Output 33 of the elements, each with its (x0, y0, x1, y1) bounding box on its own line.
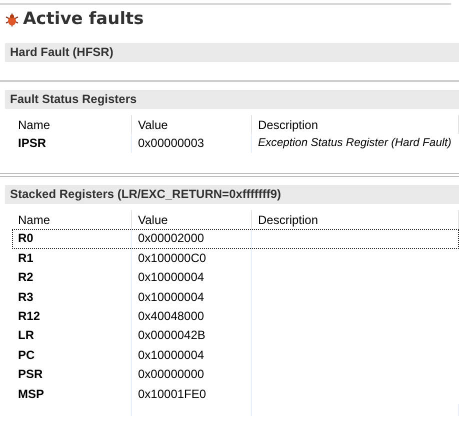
table-cell: 0x00002000 (132, 229, 252, 249)
column-header: Name (12, 115, 132, 134)
table-cell: MSP (12, 384, 132, 404)
table-cell: 0x10000004 (132, 268, 252, 288)
table-cell: 0x00000003 (132, 134, 252, 154)
column-header: Name (12, 210, 132, 230)
table-cell: R1 (12, 248, 132, 268)
table-cell: IPSR (12, 134, 132, 154)
section-header: Fault Status Registers (5, 90, 459, 109)
table-cell-text: Exception Status Register (Hard Fault) (257, 136, 452, 151)
table-cell: 0x10000004 (132, 288, 252, 307)
bug-icon (5, 13, 19, 27)
column-header: Description (252, 115, 459, 134)
table-cell: R3 (12, 288, 132, 307)
table-cell: 0x100000C0 (132, 248, 252, 268)
panel-title: Active faults (23, 8, 144, 32)
table-cell: 0x40048000 (132, 306, 252, 326)
table-cell: PC (12, 346, 132, 366)
table-cell: 0x0000042B (132, 326, 252, 346)
table-cell: 0x00000000 (132, 365, 252, 385)
table-cell: LR (12, 326, 132, 346)
column-header: Value (132, 115, 252, 134)
table-cell: R0 (12, 229, 132, 249)
table-cell: R2 (12, 268, 132, 288)
table-cell: 0x10000004 (132, 346, 252, 366)
section-header: Stacked Registers (LR/EXC_RETURN=0xfffffff9) (5, 185, 459, 204)
focused-row[interactable]: R0 0x00002000 (12, 229, 459, 249)
table-cell: PSR (12, 365, 132, 385)
table-cell: R12 (12, 306, 132, 326)
table-cell: 0x10001FE0 (132, 384, 252, 404)
column-header: Value (132, 210, 252, 230)
column-header: Description (252, 210, 459, 230)
section-header: Hard Fault (HFSR) (5, 43, 459, 62)
